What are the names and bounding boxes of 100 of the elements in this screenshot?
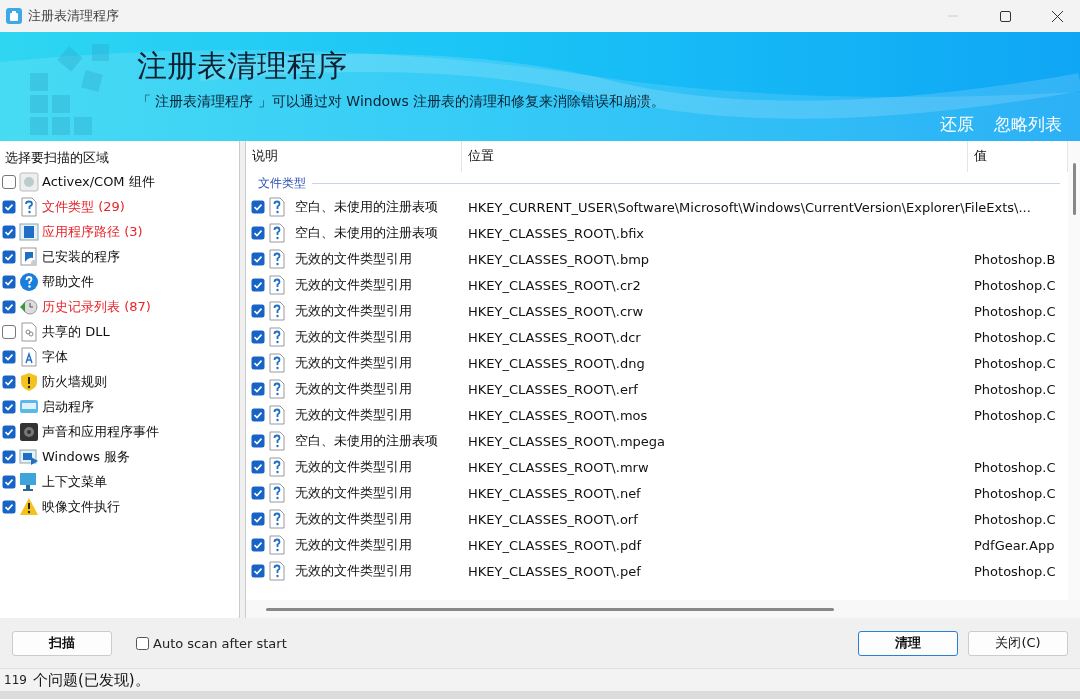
link-document-icon: [19, 321, 39, 342]
table-cell-text: HKEY_CLASSES_ROOT\.erf: [467, 381, 638, 397]
checkbox[interactable]: [251, 304, 265, 318]
checkbox[interactable]: [251, 408, 265, 422]
table-cell-text: 空白、未使用的注册表项: [294, 432, 438, 450]
table-cell-text: Photoshop.C: [973, 303, 1056, 319]
checkbox[interactable]: [2, 324, 16, 339]
checkbox[interactable]: [2, 199, 16, 214]
panel-heading: 选择要扫描的区域: [4, 149, 109, 167]
table-cell-text: 无效的文件类型引用: [294, 302, 412, 320]
app-icon: [6, 8, 22, 24]
table-cell-text: Photoshop.C: [973, 381, 1056, 397]
checkbox[interactable]: [2, 424, 16, 439]
table-cell-text: PdfGear.App: [973, 537, 1055, 553]
vertical-scrollbar[interactable]: [1068, 141, 1080, 600]
table-cell-text: 空白、未使用的注册表项: [294, 198, 438, 216]
checkbox[interactable]: [251, 512, 265, 526]
issue-count: 119: [4, 673, 27, 687]
scan-area-label[interactable]: 已安装的程序: [42, 247, 120, 266]
table-cell-text: 无效的文件类型引用: [294, 250, 412, 268]
checkbox[interactable]: [2, 499, 16, 514]
question-document-icon: [269, 327, 285, 347]
scan-area-label[interactable]: 共享的 DLL: [42, 322, 110, 341]
maximize-icon[interactable]: [999, 10, 1011, 22]
checkbox[interactable]: [251, 460, 265, 474]
checkbox[interactable]: [2, 399, 16, 414]
table-cell-text: Photoshop.C: [973, 511, 1056, 527]
table-cell-text: HKEY_CLASSES_ROOT\.orf: [467, 511, 638, 527]
table-cell-text: 无效的文件类型引用: [294, 328, 412, 346]
close-icon[interactable]: [1051, 10, 1063, 22]
checkbox[interactable]: [251, 330, 265, 344]
scan-area-label[interactable]: 历史记录列表 (87): [42, 297, 151, 316]
scan-area-label[interactable]: 字体: [42, 347, 68, 366]
table-cell-text: HKEY_CLASSES_ROOT\.mpega: [467, 433, 666, 449]
question-document-icon: [269, 249, 285, 269]
checkbox[interactable]: [251, 200, 265, 214]
question-document-icon: [269, 561, 285, 581]
table-cell-text: 无效的文件类型引用: [294, 354, 412, 372]
scan-area-label[interactable]: Activex/COM 组件: [42, 172, 155, 191]
question-document-icon: [269, 509, 285, 529]
question-document-icon: [269, 197, 285, 217]
checkbox[interactable]: [251, 434, 265, 448]
question-document-icon: [269, 457, 285, 477]
checkbox-icon[interactable]: [136, 636, 149, 650]
table-cell-text: Photoshop.C: [973, 407, 1056, 423]
table-cell-text: HKEY_CLASSES_ROOT\.nef: [467, 485, 641, 501]
checkbox[interactable]: [251, 564, 265, 578]
checkbox[interactable]: [2, 224, 16, 239]
scan-area-label[interactable]: 上下文菜单: [42, 472, 107, 491]
checkbox[interactable]: [2, 274, 16, 289]
auto-scan-checkbox[interactable]: Auto scan after start: [136, 635, 287, 651]
table-cell-text: 无效的文件类型引用: [294, 484, 412, 502]
table-cell-text: HKEY_CLASSES_ROOT\.dng: [467, 355, 645, 371]
table-cell-text: HKEY_CLASSES_ROOT\.crw: [467, 303, 643, 319]
application-window-icon: [19, 221, 39, 242]
close-dialog-button[interactable]: 关闭(C): [968, 630, 1068, 656]
checkbox[interactable]: [2, 349, 16, 364]
scan-area-label[interactable]: 文件类型 (29): [42, 197, 125, 216]
checkbox[interactable]: [251, 278, 265, 292]
scan-button[interactable]: 扫描: [12, 630, 112, 656]
scan-area-label[interactable]: 防火墙规则: [42, 372, 107, 391]
checkbox[interactable]: [251, 486, 265, 500]
clean-button[interactable]: 清理: [858, 630, 958, 656]
question-document-icon: [269, 431, 285, 451]
table-cell-text: 无效的文件类型引用: [294, 536, 412, 554]
table-cell-text: HKEY_CLASSES_ROOT\.pdf: [467, 537, 641, 553]
table-cell-text: Photoshop.C: [973, 563, 1056, 579]
question-document-icon: [269, 405, 285, 425]
checkbox[interactable]: [2, 374, 16, 389]
horizontal-scrollbar[interactable]: [246, 600, 1080, 618]
checkbox[interactable]: [251, 538, 265, 552]
table-cell-text: 无效的文件类型引用: [294, 458, 412, 476]
scan-area-label[interactable]: Windows 服务: [42, 447, 131, 466]
scan-area-label[interactable]: 帮助文件: [42, 272, 94, 291]
checkbox[interactable]: [251, 226, 265, 240]
question-document-icon: [19, 196, 39, 217]
scan-area-label[interactable]: 映像文件执行: [42, 497, 120, 516]
table-cell-text: Photoshop.C: [973, 355, 1056, 371]
table-cell-text: Photoshop.C: [973, 459, 1056, 475]
table-cell-text: 无效的文件类型引用: [294, 562, 412, 580]
table-cell-text: HKEY_CLASSES_ROOT\.mrw: [467, 459, 649, 475]
column-header[interactable]: 说明: [246, 141, 462, 172]
checkbox[interactable]: [2, 249, 16, 264]
table-cell-text: HKEY_CLASSES_ROOT\.pef: [467, 563, 641, 579]
checkbox[interactable]: [251, 356, 265, 370]
checkbox[interactable]: [251, 382, 265, 396]
column-header[interactable]: 位置: [462, 141, 968, 172]
warning-shield-icon: [19, 371, 39, 392]
checkbox[interactable]: [2, 474, 16, 489]
question-document-icon: [269, 275, 285, 295]
table-cell-text: Photoshop.C: [973, 277, 1056, 293]
question-document-icon: [269, 223, 285, 243]
checkbox[interactable]: [2, 449, 16, 464]
checkbox[interactable]: [251, 252, 265, 266]
scan-area-label[interactable]: 应用程序路径 (3): [42, 222, 143, 241]
scan-area-label[interactable]: 启动程序: [42, 397, 94, 416]
checkbox[interactable]: [2, 299, 16, 314]
scan-area-label[interactable]: 声音和应用程序事件: [42, 422, 159, 441]
checkbox[interactable]: [2, 174, 16, 189]
table-cell-text: HKEY_CLASSES_ROOT\.cr2: [467, 277, 641, 293]
